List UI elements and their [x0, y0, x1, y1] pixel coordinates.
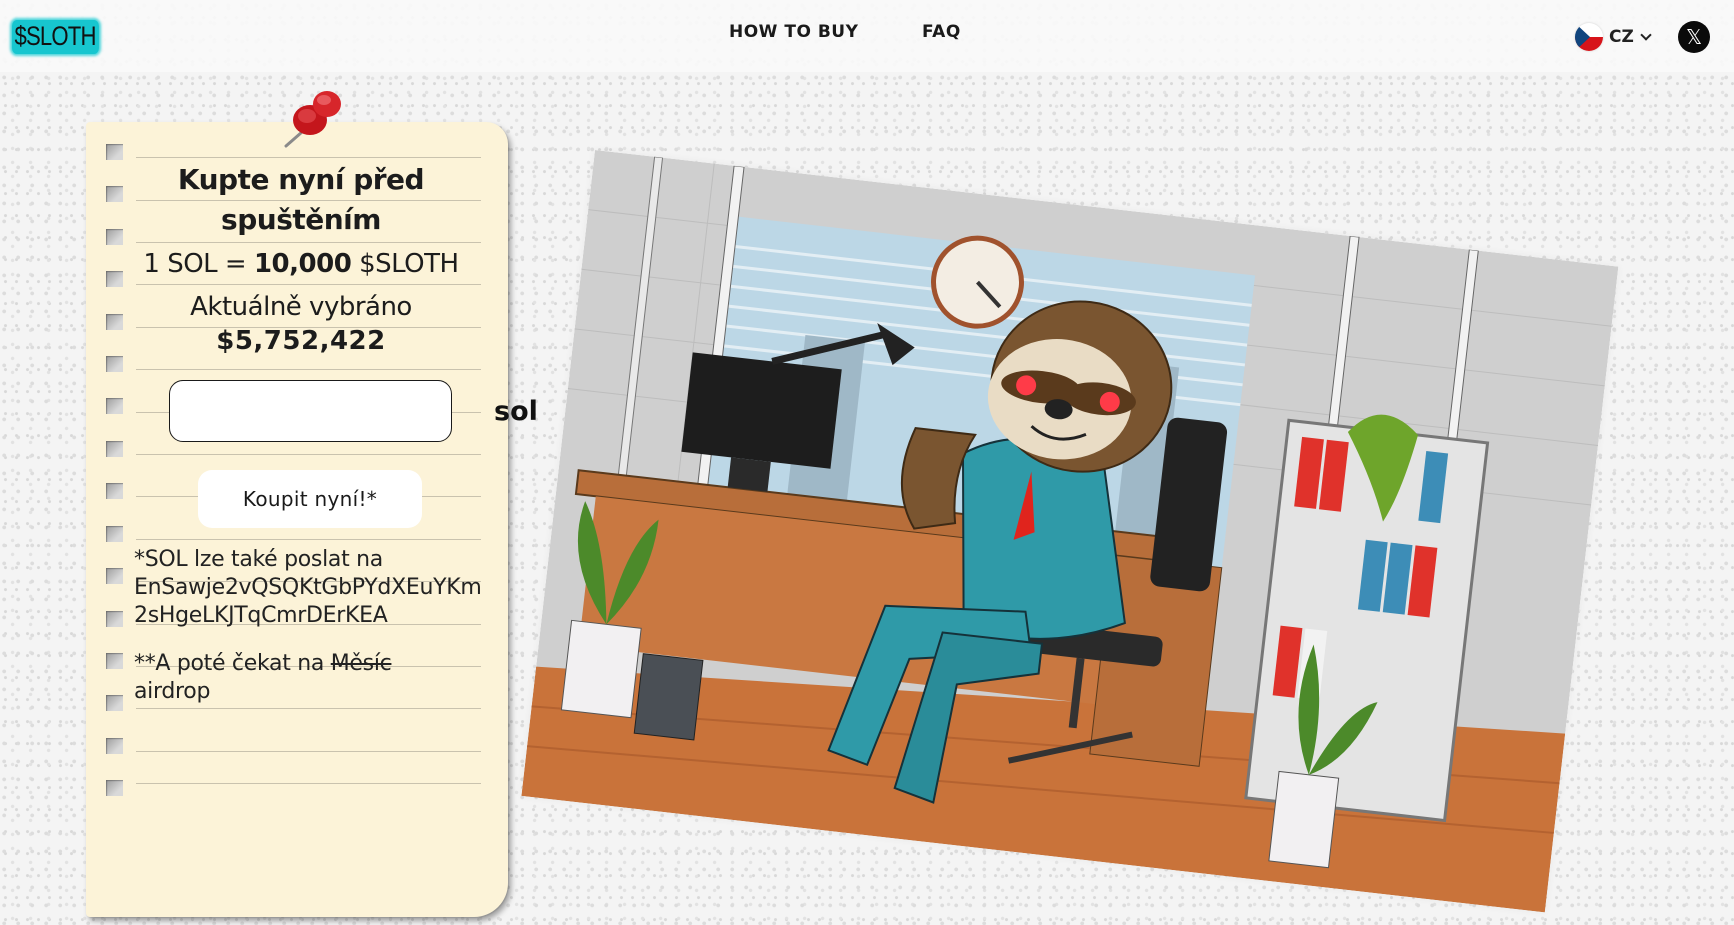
binder-hole — [106, 271, 123, 287]
ruled-line — [136, 454, 481, 455]
binder-hole — [106, 611, 123, 627]
presale-title: Kupte nyní před spuštěním — [177, 163, 425, 236]
binder-hole — [106, 144, 123, 160]
binder-hole — [106, 229, 123, 245]
binder-hole — [106, 653, 123, 669]
binder-hole — [106, 398, 123, 414]
push-pin-icon — [284, 91, 341, 148]
sol-amount-field[interactable]: sol — [169, 380, 538, 442]
nav-how-to-buy[interactable]: HOW TO BUY — [729, 22, 858, 42]
ruled-line — [136, 539, 481, 540]
ruled-line — [136, 284, 481, 285]
chevron-down-icon — [1640, 28, 1652, 41]
language-selector[interactable]: CZ — [1575, 22, 1652, 52]
binder-hole — [106, 314, 123, 330]
ruled-line — [136, 157, 481, 158]
wallet-address[interactable]: EnSawje2vQSQKtGbPYdXEuYKm2sHgeLKJTqCmrDE… — [134, 574, 494, 630]
binder-hole — [106, 695, 123, 711]
binder-hole — [106, 483, 123, 499]
airdrop-word: airdrop — [134, 679, 211, 704]
rate-amount: 10,000 — [253, 249, 352, 279]
ruled-line — [136, 708, 481, 709]
sol-amount-input[interactable] — [188, 381, 488, 441]
site-header: $SLOTH HOW TO BUY FAQ CZ 𝕏 — [0, 0, 1734, 72]
binder-hole — [106, 526, 123, 542]
airdrop-prefix: **A poté čekat na — [134, 651, 331, 676]
sloth-office-illustration — [521, 150, 1619, 913]
binder-hole — [106, 568, 123, 584]
rate-prefix: 1 SOL = — [143, 249, 254, 279]
logo[interactable]: $SLOTH — [12, 20, 99, 54]
nav-faq[interactable]: FAQ — [922, 22, 961, 42]
x-logo-icon: 𝕏 — [1685, 25, 1703, 49]
rate-suffix: $SLOTH — [351, 249, 459, 279]
ruled-line — [136, 242, 481, 243]
raised-label: Aktuálně vybráno — [190, 292, 412, 322]
language-code: CZ — [1609, 27, 1634, 47]
binder-hole — [106, 356, 123, 372]
raised-value: $5,752,422 — [216, 326, 386, 356]
illustration-scene — [521, 150, 1619, 913]
czech-flag-icon — [1575, 23, 1603, 51]
exchange-rate: 1 SOL = 10,000 $SLOTH — [126, 244, 476, 284]
binder-hole — [106, 186, 123, 202]
x-twitter-link[interactable]: 𝕏 — [1678, 21, 1710, 53]
ruled-line — [136, 369, 481, 370]
binder-hole — [106, 780, 123, 796]
buy-now-button[interactable]: Koupit nyní!* — [198, 470, 422, 528]
send-sol-note: *SOL lze také poslat na EnSawje2vQSQKtGb… — [134, 546, 494, 630]
send-sol-text: *SOL lze také poslat na — [134, 547, 383, 572]
binder-hole — [106, 738, 123, 754]
amount-unit: sol — [494, 395, 538, 427]
ruled-line — [136, 751, 481, 752]
binder-hole — [106, 441, 123, 457]
ruled-line — [136, 783, 481, 784]
airdrop-note: **A poté čekat na Měsíc airdrop — [134, 650, 494, 706]
presale-notepad: Kupte nyní před spuštěním 1 SOL = 10,000… — [86, 122, 538, 917]
struck-word: Měsíc — [330, 651, 392, 676]
